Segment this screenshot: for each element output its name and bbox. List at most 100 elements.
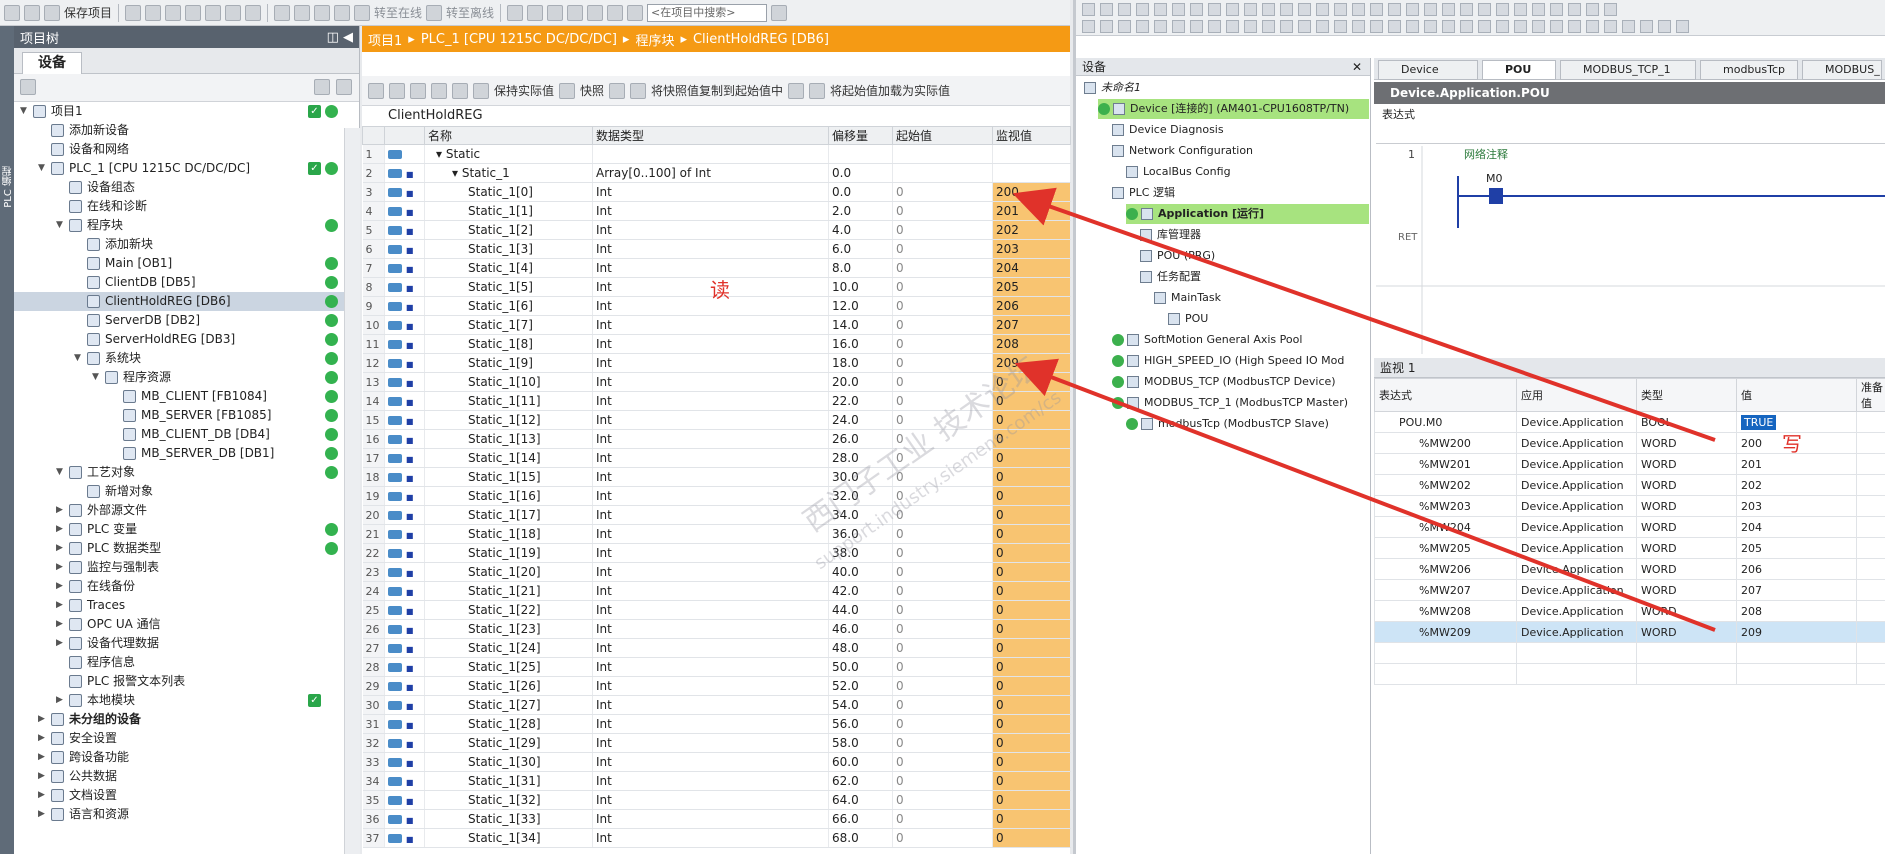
codesys-tool-icon[interactable] [1226,20,1239,33]
tree-item[interactable]: ▶ 未分组的设备 [14,710,344,729]
breadcrumb-blocks[interactable]: 程序块 [635,30,674,49]
tree-item[interactable]: ▼ PLC_1 [CPU 1215C DC/DC/DC] ✓ [14,159,344,178]
codesys-tool-icon[interactable] [1496,2,1509,16]
codesys-tool-icon[interactable] [1352,2,1365,16]
table-row[interactable]: 33 ■ Static_1[30] Int 60.0 0 0 [362,752,1071,772]
codesys-tool-icon[interactable] [1244,2,1257,16]
tree-item[interactable]: ▶ 设备代理数据 [14,634,344,653]
tree-item[interactable]: ▶ 跨设备功能 [14,748,344,767]
cell-start[interactable]: 0 [892,486,993,506]
codesys-tool-icon[interactable] [1208,2,1221,16]
expander-icon[interactable] [428,584,468,598]
cell-type[interactable]: Int [592,581,829,601]
expand-arrow-icon[interactable]: ▶ [56,691,63,710]
cell-type[interactable]: Int [592,239,829,259]
cell-name[interactable]: Static_1[20] [424,562,593,582]
table-row[interactable]: 3 ■ Static_1[0] Int 0.0 0 200 [362,182,1071,202]
table-row[interactable]: %MW201 Device.Application WORD 201 [1374,453,1885,475]
accessible-devices-icon[interactable] [507,4,524,21]
codesys-tool-icon[interactable] [1586,2,1599,16]
expand-arrow-icon[interactable]: ▶ [56,520,63,539]
collapse-arrow-icon[interactable]: ▼ [20,102,27,121]
add-row-icon[interactable] [389,82,405,99]
table-row[interactable]: 11 ■ Static_1[8] Int 16.0 0 208 [362,334,1071,354]
expand-arrow-icon[interactable]: ▶ [56,634,63,653]
expander-icon[interactable] [428,698,468,712]
tree-item[interactable]: ▶ 安全设置 [14,729,344,748]
col-offset[interactable]: 偏移量 [828,126,893,145]
watch-prepared[interactable] [1856,621,1885,643]
codesys-tool-icon[interactable] [1460,20,1473,33]
codesys-tool-icon[interactable] [1676,20,1689,33]
project-search-input[interactable]: <在项目中搜索> [647,3,768,22]
expander-icon[interactable] [428,223,468,237]
table-row[interactable]: 6 ■ Static_1[3] Int 6.0 0 203 [362,239,1071,259]
expander-icon[interactable] [428,641,468,655]
table-row[interactable]: 2 ■ ▾ Static_1 Array[0..100] of Int 0.0 [362,163,1071,183]
redo-icon[interactable] [245,4,262,21]
device-tree-item[interactable]: Network Configuration [1112,141,1369,161]
cell-name[interactable]: Static_1[11] [424,391,593,411]
codesys-tool-icon[interactable] [1118,20,1131,33]
table-row[interactable] [1374,642,1885,664]
tree-item[interactable]: ▶ PLC 数据类型 [14,539,344,558]
cut-icon[interactable] [145,4,162,21]
editor-tab[interactable]: MODBUS_ [1802,60,1882,80]
tree-options-icon[interactable] [336,79,352,95]
cell-start[interactable]: 0 [892,372,993,392]
cell-name[interactable]: Static_1[9] [424,353,593,373]
cell-type[interactable]: Int [592,220,829,240]
codesys-tool-icon[interactable] [1172,20,1185,33]
simulation-icon[interactable] [334,4,351,21]
save-project-button[interactable]: 保存项目 [64,4,112,21]
watch-prepared[interactable] [1856,432,1885,454]
col-monitor[interactable]: 监视值 [992,126,1071,145]
codesys-tool-icon[interactable] [1496,20,1509,33]
watch-prepared[interactable] [1856,537,1885,559]
table-row[interactable]: 22 ■ Static_1[19] Int 38.0 0 0 [362,543,1071,563]
table-row[interactable]: 27 ■ Static_1[24] Int 48.0 0 0 [362,638,1071,658]
table-row[interactable]: 30 ■ Static_1[27] Int 54.0 0 0 [362,695,1071,715]
expand-arrow-icon[interactable]: ▶ [38,805,45,824]
expander-icon[interactable] [428,299,468,313]
tree-item[interactable]: ▶ 在线备份 [14,577,344,596]
table-row[interactable]: 28 ■ Static_1[25] Int 50.0 0 0 [362,657,1071,677]
tree-item[interactable]: ▶ 公共数据 [14,767,344,786]
expand-arrow-icon[interactable]: ▶ [38,710,45,729]
table-row[interactable]: %MW200 Device.Application WORD 200 [1374,432,1885,454]
tree-item[interactable]: ▶ 文档设置 [14,786,344,805]
cell-name[interactable]: Static_1[0] [424,182,593,202]
cell-type[interactable]: Int [592,448,829,468]
cell-start[interactable]: 0 [892,752,993,772]
breadcrumb-plc[interactable]: PLC_1 [CPU 1215C DC/DC/DC] [421,32,617,47]
expander-icon[interactable] [428,451,468,465]
watch-col-app[interactable]: 应用 [1516,378,1637,412]
collapse-arrow-icon[interactable]: ▼ [92,368,99,387]
codesys-tool-icon[interactable] [1298,2,1311,16]
table-row[interactable]: 10 ■ Static_1[7] Int 14.0 0 207 [362,315,1071,335]
codesys-tool-icon[interactable] [1226,2,1239,16]
expander-icon[interactable] [428,546,468,560]
watch-prepared[interactable] [1856,558,1885,580]
codesys-tool-icon[interactable] [1172,2,1185,16]
table-row[interactable]: 32 ■ Static_1[29] Int 58.0 0 0 [362,733,1071,753]
cell-start[interactable]: 0 [892,410,993,430]
expander-icon[interactable]: ▾ [428,166,462,180]
cross-ref-icon[interactable] [567,4,584,21]
cell-name[interactable]: Static_1[24] [424,638,593,658]
tree-item[interactable]: Main [OB1] [14,254,344,273]
cell-name[interactable]: Static_1[26] [424,676,593,696]
expander-icon[interactable] [428,717,468,731]
codesys-tool-icon[interactable] [1118,2,1131,16]
device-tree-item[interactable]: POU (PRG) [1140,246,1369,266]
expander-icon[interactable] [428,660,468,674]
tree-item[interactable]: ClientDB [DB5] [14,273,344,292]
cell-start[interactable]: 0 [892,562,993,582]
watch-expr[interactable]: POU.M0 [1374,411,1517,433]
collapse-arrow-icon[interactable]: ▼ [56,463,63,482]
codesys-tool-icon[interactable] [1406,2,1419,16]
cell-start[interactable]: 0 [892,429,993,449]
breadcrumb-project[interactable]: 项目1 [368,30,402,49]
codesys-tool-icon[interactable] [1316,2,1329,16]
reset-icon[interactable] [410,82,426,99]
